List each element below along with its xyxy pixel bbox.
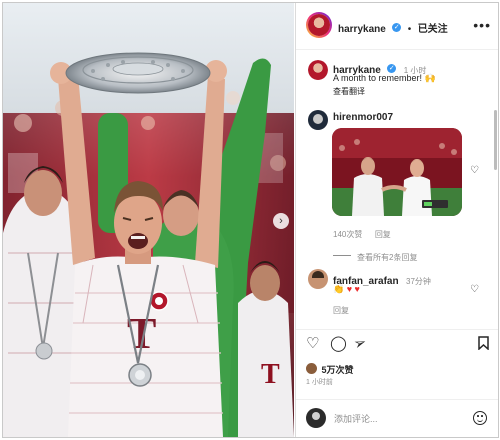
header-username[interactable]: harrykane <box>338 24 386 35</box>
current-user-avatar <box>306 408 326 428</box>
header-meta: harrykane ✓ • 已关注 <box>338 19 448 37</box>
post-header: harrykane ✓ • 已关注 ••• <box>296 3 498 50</box>
comment-like-icon[interactable]: ♡ <box>470 165 479 176</box>
post-time: 1 小时前 <box>306 379 333 386</box>
comment-input[interactable] <box>332 410 466 428</box>
reply-button[interactable]: 回复 <box>375 230 391 239</box>
following-button[interactable]: 已关注 <box>418 24 448 35</box>
header-separator: • <box>407 24 412 35</box>
post-photo: T T › <box>3 3 294 437</box>
likes-count: 5万次赞 <box>321 365 354 375</box>
comment-image[interactable] <box>332 128 462 216</box>
comments-scrollbar[interactable] <box>494 110 497 170</box>
players-handshake-image <box>332 128 462 216</box>
share-icon[interactable]: ➢ <box>351 333 369 353</box>
comments-list[interactable]: harrykane ✓ 1 小时 A month to remember! 🙌 … <box>296 50 498 322</box>
heart-icon[interactable]: ♡ <box>306 336 319 352</box>
view-replies-label[interactable]: 查看所有2条回复 <box>357 253 417 262</box>
likes-summary[interactable]: 5万次赞 <box>306 360 353 378</box>
svg-text:T: T <box>261 359 280 390</box>
comment-avatar[interactable] <box>308 110 328 130</box>
caption-avatar[interactable] <box>308 60 328 80</box>
view-replies[interactable]: 查看所有2条回复 <box>333 247 417 265</box>
comment-username[interactable]: hirenmor007 <box>333 112 393 123</box>
translate-link[interactable]: 查看翻译 <box>333 86 365 97</box>
emoji-icon[interactable] <box>473 411 487 425</box>
post-side-panel: harrykane ✓ • 已关注 ••• harrykane ✓ 1 小时 A <box>295 3 498 437</box>
bookmark-icon[interactable] <box>478 336 489 354</box>
verified-icon: ✓ <box>392 23 402 33</box>
add-comment-bar <box>296 399 498 437</box>
comment-like-icon[interactable]: ♡ <box>470 284 479 295</box>
comment-icon[interactable]: ◯ <box>330 336 347 352</box>
chevron-right-icon[interactable]: › <box>273 213 289 229</box>
comment-text: 👏 ♥ ♥ <box>333 284 360 294</box>
caption-text: A month to remember! 🙌 <box>333 73 436 83</box>
more-icon[interactable]: ••• <box>473 17 491 33</box>
author-avatar[interactable] <box>306 12 332 38</box>
reply-button[interactable]: 回复 <box>333 305 349 316</box>
liker-avatar <box>306 363 317 375</box>
comment-time: 37分钟 <box>406 277 431 286</box>
comment-avatar[interactable] <box>308 269 328 289</box>
comment-likes: 140次赞 <box>333 230 363 239</box>
post-viewer: T T › harrykane ✓ • 已关注 ••• harrykane ✓ … <box>2 2 499 438</box>
celebration-image: T T <box>3 3 294 437</box>
verified-icon: ✓ <box>387 64 397 74</box>
post-actions: ♡ ◯ ➢ 5万次赞 1 小时前 <box>296 329 498 400</box>
